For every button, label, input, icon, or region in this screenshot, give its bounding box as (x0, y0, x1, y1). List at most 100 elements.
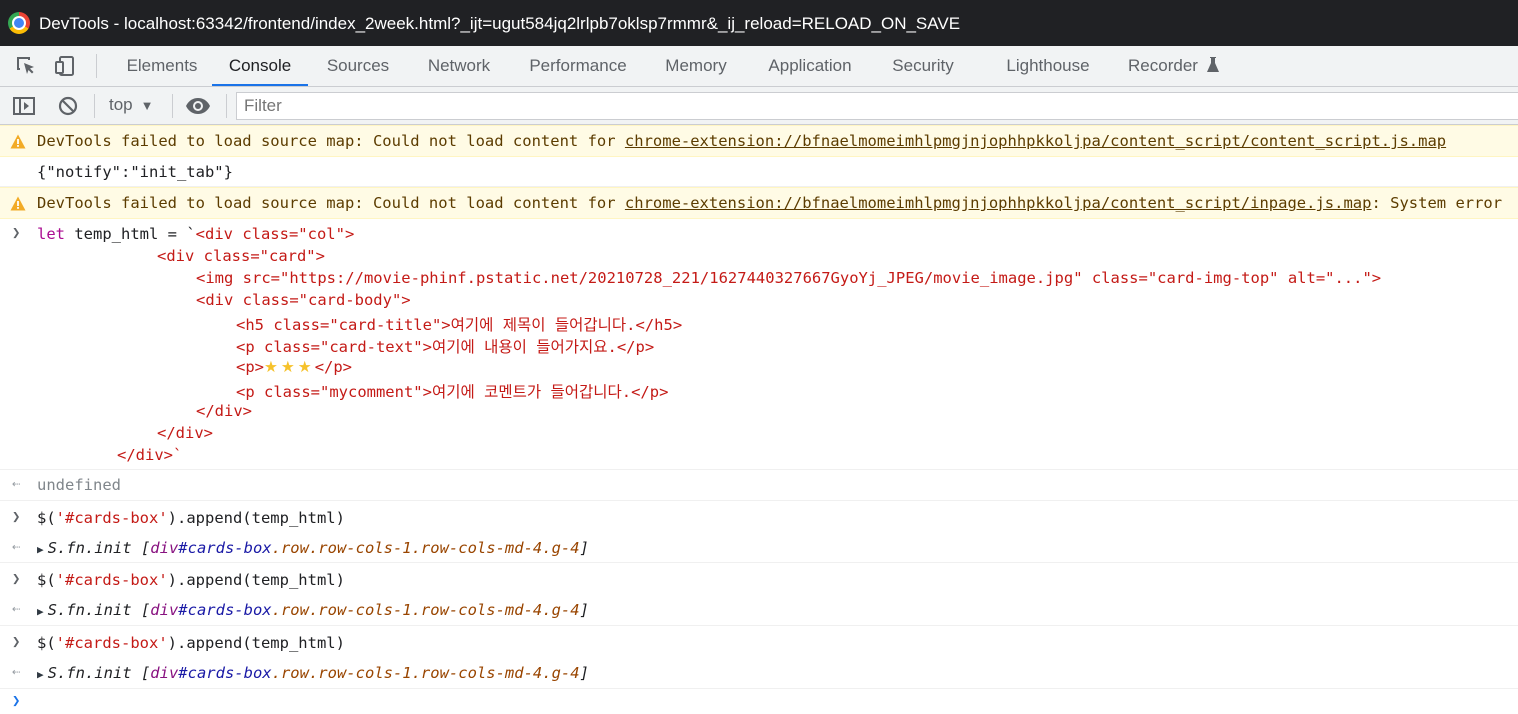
source-map-link[interactable]: chrome-extension://bfnaelmomeimhlpmgjnjo… (625, 132, 1446, 150)
tab-recorder[interactable]: Recorder (1118, 46, 1208, 86)
code-line: </div> (196, 402, 252, 420)
code-line: <img src="https://movie-phinf.pstatic.ne… (196, 269, 1382, 287)
clear-console-icon[interactable] (56, 94, 80, 118)
tab-sources[interactable]: Sources (316, 46, 400, 86)
warning-icon (10, 196, 26, 211)
warning-prefix: DevTools failed to load source map: Coul… (37, 194, 625, 212)
node-tag: div (150, 539, 179, 557)
node-tag: div (150, 664, 179, 682)
bracket: ] (579, 664, 589, 682)
tab-application[interactable]: Application (753, 46, 867, 86)
warning-message: DevTools failed to load source map: Coul… (37, 132, 1446, 150)
code-line: <p class="mycomment">여기에 코멘트가 들어갑니다.</p> (236, 383, 669, 401)
expand-triangle-icon[interactable]: ▶ (37, 668, 44, 681)
code-line: <p class="card-text">여기에 내용이 들어가지요.</p> (236, 338, 655, 356)
console-toolbar: top ▼ (0, 87, 1518, 125)
output-arrow-icon: ⇠ (12, 539, 21, 555)
console-input-entry: ❯ let temp_html = `<div class="col"> <di… (0, 219, 1518, 470)
source-map-link[interactable]: chrome-extension://bfnaelmomeimhlpmgjnjo… (625, 194, 1372, 212)
code-line: $('#cards-box').append(temp_html) (37, 509, 345, 527)
tab-lighthouse[interactable]: Lighthouse (994, 46, 1102, 86)
object-type: S.fn.init (47, 601, 141, 619)
tab-network[interactable]: Network (414, 46, 504, 86)
window-titlebar: DevTools - localhost:63342/frontend/inde… (0, 0, 1518, 46)
tab-elements[interactable]: Elements (112, 46, 212, 86)
caret-down-icon: ▼ (140, 98, 154, 113)
code-text: $( (37, 634, 56, 652)
bracket: ] (579, 601, 589, 619)
console-output-entry: ⇠ undefined (0, 470, 1518, 501)
prompt-chevron-icon: ❯ (12, 693, 21, 709)
code-line: <div class="card"> (157, 247, 325, 265)
window-title: DevTools - localhost:63342/frontend/inde… (39, 14, 961, 33)
tab-console[interactable]: Console (212, 46, 308, 86)
code-text: temp_html = ` (65, 225, 196, 243)
input-chevron-icon: ❯ (12, 225, 21, 241)
bracket: [ (140, 601, 151, 619)
tab-security[interactable]: Security (880, 46, 966, 86)
node-tag: div (150, 601, 179, 619)
code-text: $( (37, 571, 56, 589)
filter-input[interactable] (236, 92, 1518, 120)
expand-triangle-icon[interactable]: ▶ (37, 543, 44, 556)
console-warning: DevTools failed to load source map: Coul… (0, 187, 1518, 219)
input-chevron-icon: ❯ (12, 509, 21, 525)
tab-memory[interactable]: Memory (652, 46, 740, 86)
warning-prefix: DevTools failed to load source map: Coul… (37, 132, 625, 150)
code-text: ).append(temp_html) (167, 509, 345, 527)
result-object[interactable]: ▶ S.fn.init [div#cards-box.row.row-cols-1… (37, 664, 589, 682)
bracket: [ (140, 539, 151, 557)
output-value: undefined (37, 476, 121, 494)
warning-suffix: : System error (1371, 194, 1503, 212)
code-line: let temp_html = `<div class="col"> (37, 225, 354, 243)
code-string: '#cards-box' (55, 509, 168, 527)
input-chevron-icon: ❯ (12, 571, 21, 587)
tab-performance[interactable]: Performance (517, 46, 639, 86)
console-messages: DevTools failed to load source map: Coul… (0, 125, 1518, 714)
node-id: #cards-box (178, 664, 272, 682)
code-text: ).append(temp_html) (167, 571, 345, 589)
live-expression-eye-icon[interactable] (185, 94, 211, 118)
result-object[interactable]: ▶ S.fn.init [div#cards-box.row.row-cols-1… (37, 601, 589, 619)
code-line: <p>★★★</p> (236, 358, 352, 376)
node-classes: .row.row-cols-1.row-cols-md-4.g-4 (271, 664, 580, 682)
code-text: $( (37, 509, 56, 527)
expand-triangle-icon[interactable]: ▶ (37, 605, 44, 618)
toolbar-divider (172, 94, 173, 118)
device-toolbar-icon[interactable] (53, 54, 77, 78)
console-prompt[interactable]: ❯ (0, 689, 1518, 714)
show-sidebar-icon[interactable] (12, 94, 36, 118)
inspect-element-icon[interactable] (14, 54, 38, 78)
code-line: </div>` (117, 446, 183, 464)
output-arrow-icon: ⇠ (12, 601, 21, 617)
code-string: '#cards-box' (55, 634, 168, 652)
result-object[interactable]: ▶ S.fn.init [div#cards-box.row.row-cols-1… (37, 539, 589, 557)
code-line: <h5 class="card-title">여기에 제목이 들어갑니다.</h… (236, 316, 683, 334)
toolbar-divider (96, 54, 97, 78)
console-input-entry: ❯ $('#cards-box').append(temp_html) ⇠ ▶ S… (0, 626, 1518, 689)
node-id: #cards-box (178, 539, 272, 557)
output-arrow-icon: ⇠ (12, 664, 21, 680)
code-string: </p> (314, 358, 353, 376)
flask-icon (1207, 57, 1219, 72)
console-input-entry: ❯ $('#cards-box').append(temp_html) ⇠ ▶ S… (0, 501, 1518, 563)
devtools-tabbar: Elements Console Sources Network Perform… (0, 46, 1518, 87)
code-line: $('#cards-box').append(temp_html) (37, 571, 345, 589)
bracket: ] (579, 539, 589, 557)
warning-message: DevTools failed to load source map: Coul… (37, 194, 1502, 212)
toolbar-divider (94, 94, 95, 118)
object-type: S.fn.init (47, 664, 141, 682)
node-classes: .row.row-cols-1.row-cols-md-4.g-4 (271, 539, 580, 557)
star-rating: ★★★ (264, 358, 315, 376)
chrome-logo-icon (8, 12, 30, 34)
code-line: </div> (157, 424, 213, 442)
input-chevron-icon: ❯ (12, 634, 21, 650)
warning-icon (10, 134, 26, 149)
context-selector[interactable]: top ▼ (109, 95, 154, 115)
code-string: <p> (236, 358, 264, 376)
console-warning: DevTools failed to load source map: Coul… (0, 125, 1518, 157)
code-line: $('#cards-box').append(temp_html) (37, 634, 345, 652)
code-line: <div class="card-body"> (196, 291, 411, 309)
log-text: {"notify":"init_tab"} (37, 163, 233, 181)
code-string: '#cards-box' (55, 571, 168, 589)
